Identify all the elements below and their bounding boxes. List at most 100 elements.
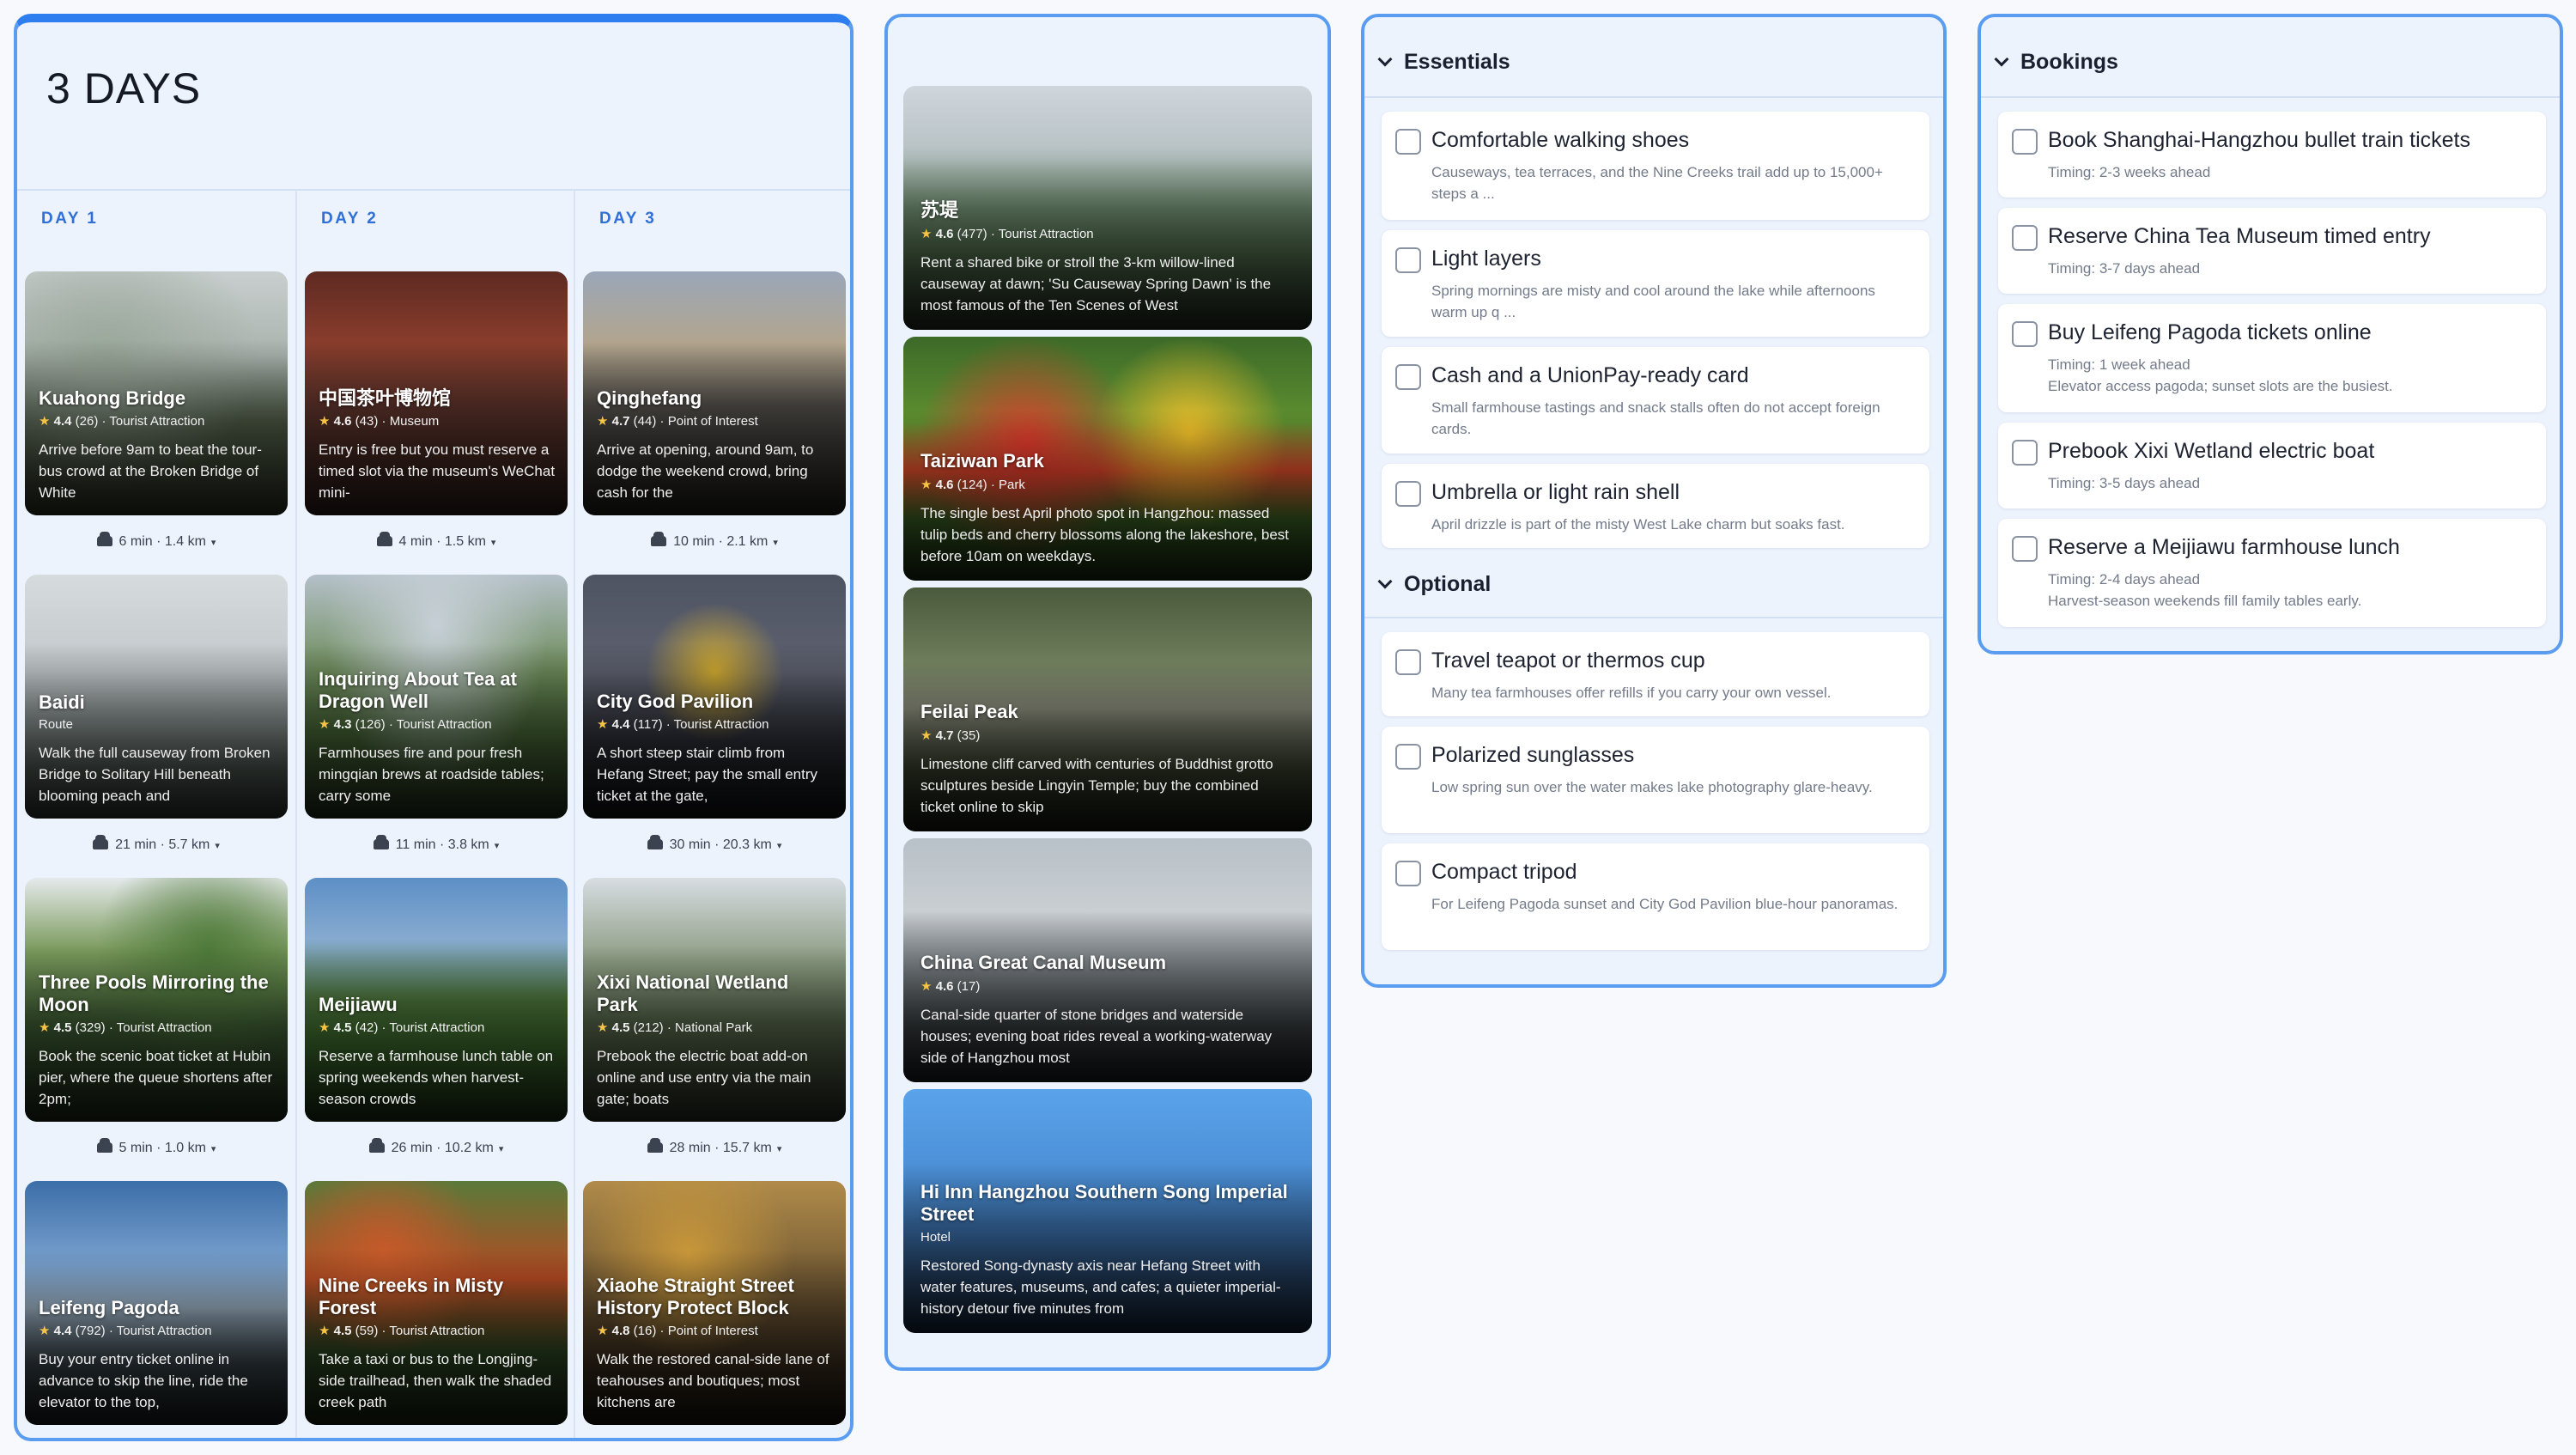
- travel-time-toggle[interactable]: 21 min · 5.7 km ▾: [17, 835, 295, 853]
- place-card-content: Kuahong Bridge ★ 4.4 (26) · Tourist Attra…: [39, 387, 276, 503]
- place-card[interactable]: Inquiring About Tea at Dragon Well ★ 4.3 …: [305, 575, 568, 819]
- essentials-header[interactable]: Essentials: [1376, 50, 1510, 75]
- checkbox[interactable]: [1395, 481, 1421, 507]
- travel-time-toggle[interactable]: 6 min · 1.4 km ▾: [17, 532, 295, 550]
- place-category: Tourist Attraction: [396, 717, 492, 732]
- place-description: A short steep stair climb from Hefang St…: [597, 745, 818, 804]
- optional-title: Optional: [1404, 572, 1492, 596]
- star-icon: ★: [597, 1020, 609, 1035]
- place-card[interactable]: Meijiawu ★ 4.5 (42) · Tourist Attraction R…: [305, 878, 568, 1122]
- place-name: China Great Canal Museum: [920, 952, 1167, 973]
- chevron-down-icon: [1377, 52, 1393, 67]
- car-icon: [651, 532, 667, 546]
- checkbox[interactable]: [2012, 536, 2038, 562]
- place-card[interactable]: Xiaohe Straight Street History Protect B…: [583, 1181, 846, 1425]
- checkbox[interactable]: [1395, 744, 1421, 770]
- chevron-down-icon: [1377, 574, 1393, 589]
- checklist-item: Travel teapot or thermos cup Many tea far…: [1382, 632, 1929, 716]
- place-card-content: Inquiring About Tea at Dragon Well ★ 4.3 …: [319, 668, 556, 807]
- place-name: Nine Creeks in Misty Forest: [319, 1275, 504, 1318]
- review-count: (35): [957, 728, 981, 743]
- place-meta: ★ 4.7 (44) · Point of Interest: [597, 414, 758, 429]
- checkbox[interactable]: [1395, 861, 1421, 886]
- checklist-item: Buy Leifeng Pagoda tickets online Timing:…: [1998, 304, 2546, 412]
- place-meta: ★ 4.7 (35): [920, 728, 1297, 743]
- place-description: Entry is free but you must reserve a tim…: [319, 441, 556, 501]
- saved-places-panel: 苏堤 ★ 4.6 (477) · Tourist Attraction Rent a…: [884, 14, 1331, 1371]
- item-timing: Timing: 2-3 weeks ahead: [2048, 164, 2211, 180]
- place-name: Meijiawu: [319, 994, 398, 1015]
- checkbox[interactable]: [2012, 321, 2038, 347]
- review-count: (59): [355, 1324, 379, 1338]
- place-description: Canal-side quarter of stone bridges and …: [920, 1007, 1273, 1066]
- checkbox[interactable]: [1395, 129, 1421, 155]
- checklist-item: Reserve China Tea Museum timed entry Timi…: [1998, 208, 2546, 294]
- checkbox[interactable]: [1395, 364, 1421, 390]
- saved-place-card[interactable]: 苏堤 ★ 4.6 (477) · Tourist Attraction Rent a…: [903, 86, 1312, 330]
- checkbox[interactable]: [1395, 247, 1421, 273]
- star-icon: ★: [39, 1020, 51, 1035]
- place-card[interactable]: Leifeng Pagoda ★ 4.4 (792) · Tourist Attr…: [25, 1181, 288, 1425]
- saved-place-card[interactable]: China Great Canal Museum ★ 4.6 (17) Canal-…: [903, 838, 1312, 1082]
- saved-place-card[interactable]: Taiziwan Park ★ 4.6 (124) · Park The singl…: [903, 337, 1312, 581]
- place-category: Point of Interest: [667, 1324, 758, 1338]
- place-card[interactable]: City God Pavilion ★ 4.4 (117) · Tourist A…: [583, 575, 846, 819]
- place-card[interactable]: 中国茶叶博物馆 ★ 4.6 (43) · Museum Entry is free …: [305, 271, 568, 515]
- travel-time-toggle[interactable]: 26 min · 10.2 km ▾: [297, 1138, 575, 1156]
- review-count: (117): [633, 717, 663, 732]
- place-name: Inquiring About Tea at Dragon Well: [319, 668, 517, 712]
- item-title: Comfortable walking shoes: [1431, 128, 1690, 152]
- place-meta: ★ 4.5 (59) · Tourist Attraction: [319, 1324, 485, 1338]
- checkbox[interactable]: [2012, 440, 2038, 466]
- rating: 4.5: [333, 1020, 352, 1035]
- travel-time-toggle[interactable]: 5 min · 1.0 km ▾: [17, 1138, 295, 1156]
- place-name: Baidi: [39, 691, 85, 713]
- essentials-title: Essentials: [1404, 50, 1510, 74]
- rating: 4.4: [53, 1324, 72, 1338]
- item-title: Buy Leifeng Pagoda tickets online: [2048, 320, 2372, 344]
- travel-time-toggle[interactable]: 30 min · 20.3 km ▾: [575, 835, 850, 853]
- place-meta: ★ 4.5 (212) · National Park: [597, 1020, 753, 1035]
- place-description: Reserve a farmhouse lunch table on sprin…: [319, 1048, 554, 1107]
- travel-time: 5 min · 1.0 km: [118, 1141, 206, 1155]
- place-card[interactable]: Xixi National Wetland Park ★ 4.5 (212) · …: [583, 878, 846, 1122]
- travel-time-toggle[interactable]: 4 min · 1.5 km ▾: [297, 532, 575, 550]
- place-card-content: Nine Creeks in Misty Forest ★ 4.5 (59) · …: [319, 1275, 556, 1413]
- optional-header[interactable]: Optional: [1376, 572, 1491, 597]
- checklist-item: Polarized sunglasses Low spring sun over …: [1382, 727, 1929, 833]
- checkbox[interactable]: [2012, 225, 2038, 251]
- place-card[interactable]: Qinghefang ★ 4.7 (44) · Point of Interest…: [583, 271, 846, 515]
- travel-time-toggle[interactable]: 10 min · 2.1 km ▾: [575, 532, 850, 550]
- place-card[interactable]: Kuahong Bridge ★ 4.4 (26) · Tourist Attra…: [25, 271, 288, 515]
- travel-time-toggle[interactable]: 28 min · 15.7 km ▾: [575, 1138, 850, 1156]
- item-title: Umbrella or light rain shell: [1431, 480, 1680, 504]
- place-description: Farmhouses fire and pour fresh mingqian …: [319, 745, 544, 804]
- place-card-content: Baidi Route Walk the full causeway from Br…: [39, 691, 276, 807]
- checklist-item: Cash and a UnionPay-ready card Small farm…: [1382, 347, 1929, 454]
- place-card-content: Three Pools Mirroring the Moon ★ 4.5 (329…: [39, 971, 276, 1110]
- review-count: (126): [355, 717, 386, 732]
- caret-down-icon: ▾: [773, 538, 778, 548]
- item-note: Small farmhouse tastings and snack stall…: [1431, 399, 1880, 437]
- place-meta: ★ 4.5 (329) · Tourist Attraction: [39, 1020, 212, 1035]
- bookings-header[interactable]: Bookings: [1993, 50, 2118, 75]
- travel-time-toggle[interactable]: 11 min · 3.8 km ▾: [297, 835, 575, 853]
- checkbox[interactable]: [2012, 129, 2038, 155]
- travel-time: 26 min · 10.2 km: [391, 1141, 494, 1155]
- place-name: 中国茶叶博物馆: [319, 387, 452, 409]
- car-icon: [647, 835, 663, 849]
- place-card[interactable]: Baidi Route Walk the full causeway from Br…: [25, 575, 288, 819]
- saved-place-card[interactable]: Feilai Peak ★ 4.7 (35) Limestone cliff car…: [903, 587, 1312, 831]
- place-card[interactable]: Three Pools Mirroring the Moon ★ 4.5 (329…: [25, 878, 288, 1122]
- review-count: (43): [355, 414, 379, 429]
- place-card[interactable]: Nine Creeks in Misty Forest ★ 4.5 (59) · …: [305, 1181, 568, 1425]
- item-note: Causeways, tea terraces, and the Nine Cr…: [1431, 164, 1883, 202]
- checkbox[interactable]: [1395, 649, 1421, 675]
- place-name: Xiaohe Straight Street History Protect B…: [597, 1275, 794, 1318]
- saved-place-card[interactable]: Hi Inn Hangzhou Southern Song Imperial S…: [903, 1089, 1312, 1333]
- item-note: Harvest-season weekends fill family tabl…: [2048, 593, 2362, 609]
- star-icon: ★: [597, 717, 609, 732]
- item-title: Light layers: [1431, 247, 1541, 271]
- star-icon: ★: [920, 979, 933, 994]
- place-name: Xixi National Wetland Park: [597, 971, 789, 1015]
